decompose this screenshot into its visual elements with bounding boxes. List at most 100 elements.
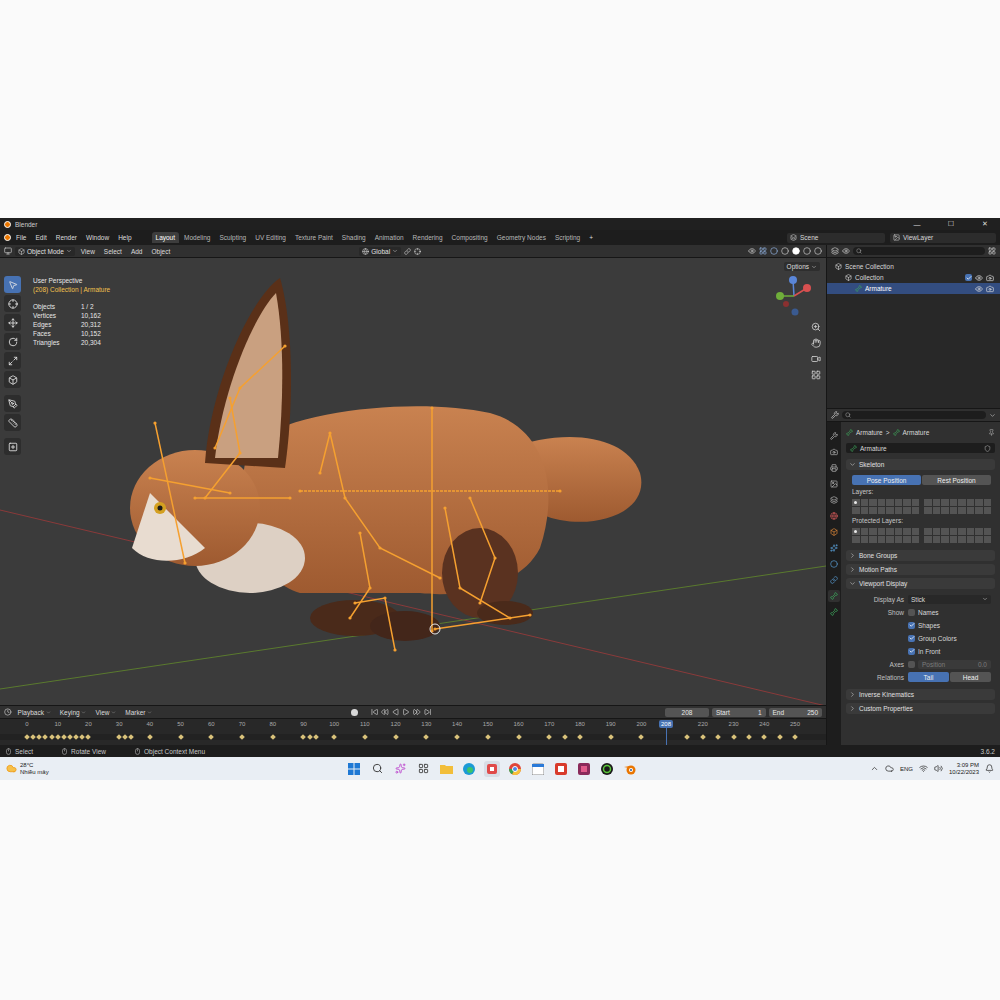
- file-explorer-button[interactable]: [438, 761, 454, 777]
- layer-toggle[interactable]: [984, 536, 992, 543]
- language-indicator[interactable]: ENG: [900, 766, 913, 772]
- panel-header[interactable]: Skeleton: [846, 459, 995, 470]
- render-camera-icon[interactable]: [986, 274, 994, 282]
- tool-button[interactable]: [4, 414, 21, 431]
- properties-tab[interactable]: [828, 446, 840, 458]
- grid-icon[interactable]: [811, 370, 821, 380]
- layer-toggle[interactable]: [975, 536, 983, 543]
- copilot-button[interactable]: [392, 761, 408, 777]
- layer-toggle[interactable]: [861, 507, 869, 514]
- solid-shading-icon[interactable]: [792, 247, 800, 255]
- timeline-menu[interactable]: Playback: [15, 709, 54, 716]
- show-checkbox[interactable]: Names: [908, 609, 991, 616]
- timeline-menu[interactable]: View: [92, 709, 119, 716]
- layer-toggle[interactable]: [869, 528, 877, 535]
- layer-toggle[interactable]: [967, 536, 975, 543]
- rendered-shading-icon[interactable]: [814, 247, 822, 255]
- layer-toggle[interactable]: [924, 499, 932, 506]
- relations-button[interactable]: Head: [950, 672, 991, 682]
- snap-icon[interactable]: [414, 248, 421, 255]
- layer-toggle[interactable]: [933, 528, 941, 535]
- workspace-tab[interactable]: Shading: [338, 232, 370, 243]
- visibility-icon[interactable]: [748, 247, 756, 255]
- layer-toggle[interactable]: [984, 499, 992, 506]
- calendar-button[interactable]: [530, 761, 546, 777]
- exclude-checkbox[interactable]: [965, 274, 972, 281]
- layer-toggle[interactable]: [903, 536, 911, 543]
- layer-toggle[interactable]: [861, 536, 869, 543]
- clock[interactable]: 3:09 PM10/22/2023: [949, 762, 979, 776]
- panel-header[interactable]: Inverse Kinematics: [846, 689, 995, 700]
- chrome-button[interactable]: [507, 761, 523, 777]
- layer-toggle[interactable]: [878, 499, 886, 506]
- properties-tab[interactable]: [828, 510, 840, 522]
- layer-toggle[interactable]: [886, 536, 894, 543]
- properties-tab[interactable]: [828, 558, 840, 570]
- layer-toggle[interactable]: [967, 528, 975, 535]
- layer-toggle[interactable]: [984, 528, 992, 535]
- layer-toggle[interactable]: [852, 499, 860, 506]
- properties-tab[interactable]: [828, 494, 840, 506]
- layer-toggle[interactable]: [958, 528, 966, 535]
- layer-toggle[interactable]: [912, 499, 920, 506]
- workspace-tab[interactable]: Compositing: [448, 232, 492, 243]
- chevron-down-icon[interactable]: [989, 412, 996, 419]
- filter-icon[interactable]: [988, 247, 996, 255]
- tool-button[interactable]: [4, 438, 21, 455]
- viewport-scene[interactable]: [0, 258, 826, 705]
- options-button[interactable]: Options: [784, 262, 820, 271]
- layer-toggle[interactable]: [924, 528, 932, 535]
- layer-toggle[interactable]: [869, 499, 877, 506]
- panel-header[interactable]: Motion Paths: [846, 564, 995, 575]
- layer-toggle[interactable]: [878, 536, 886, 543]
- menu-item[interactable]: File: [12, 233, 30, 242]
- task-view-button[interactable]: [415, 761, 431, 777]
- properties-search[interactable]: [842, 411, 986, 419]
- workspace-tab[interactable]: Sculpting: [215, 232, 250, 243]
- tool-button[interactable]: [4, 371, 21, 388]
- notification-bell-icon[interactable]: [985, 764, 994, 773]
- playhead[interactable]: 208: [659, 720, 673, 728]
- outliner-row[interactable]: Collection: [827, 272, 1000, 283]
- layer-toggle[interactable]: [941, 499, 949, 506]
- layer-toggle[interactable]: [895, 536, 903, 543]
- viewport-menu[interactable]: Add: [128, 248, 146, 255]
- menu-item[interactable]: Help: [114, 233, 135, 242]
- menu-item[interactable]: Edit: [31, 233, 50, 242]
- viewport-menu[interactable]: View: [78, 248, 98, 255]
- gizmo-icon[interactable]: [759, 247, 767, 255]
- workspace-tab[interactable]: Texture Paint: [291, 232, 337, 243]
- layer-toggle[interactable]: [852, 536, 860, 543]
- eye-icon[interactable]: [975, 274, 983, 282]
- layer-toggle[interactable]: [878, 507, 886, 514]
- fox-model[interactable]: [130, 278, 641, 641]
- layer-toggle[interactable]: [941, 507, 949, 514]
- relations-button[interactable]: Tail: [908, 672, 949, 682]
- play-reverse-icon[interactable]: [392, 708, 400, 716]
- workspace-tab[interactable]: UV Editing: [251, 232, 290, 243]
- layer-toggle[interactable]: [912, 536, 920, 543]
- properties-tab[interactable]: [828, 590, 840, 602]
- layer-toggle[interactable]: [886, 528, 894, 535]
- layer-toggle[interactable]: [950, 536, 958, 543]
- layer-toggle[interactable]: [950, 507, 958, 514]
- tool-button[interactable]: [4, 333, 21, 350]
- tool-button[interactable]: [4, 314, 21, 331]
- layer-toggle[interactable]: [958, 507, 966, 514]
- layer-toggle[interactable]: [975, 507, 983, 514]
- panel-header[interactable]: Bone Groups: [846, 550, 995, 561]
- panel-header[interactable]: Viewport Display: [846, 578, 995, 589]
- next-keyframe-icon[interactable]: [413, 708, 421, 716]
- layer-toggle[interactable]: [878, 528, 886, 535]
- snipping-tool-button[interactable]: [484, 761, 500, 777]
- weather-widget[interactable]: 28°CNhiều mây: [6, 762, 346, 776]
- orientation-dropdown[interactable]: Global: [359, 247, 401, 256]
- timeline-menu[interactable]: Marker: [122, 709, 155, 716]
- wifi-icon[interactable]: [919, 764, 928, 773]
- timeline-editor-icon[interactable]: [4, 708, 12, 716]
- mode-dropdown[interactable]: Object Mode: [15, 247, 75, 256]
- layer-toggle[interactable]: [941, 536, 949, 543]
- workspace-tab[interactable]: Rendering: [409, 232, 447, 243]
- layer-toggle[interactable]: [950, 528, 958, 535]
- properties-tab[interactable]: [828, 430, 840, 442]
